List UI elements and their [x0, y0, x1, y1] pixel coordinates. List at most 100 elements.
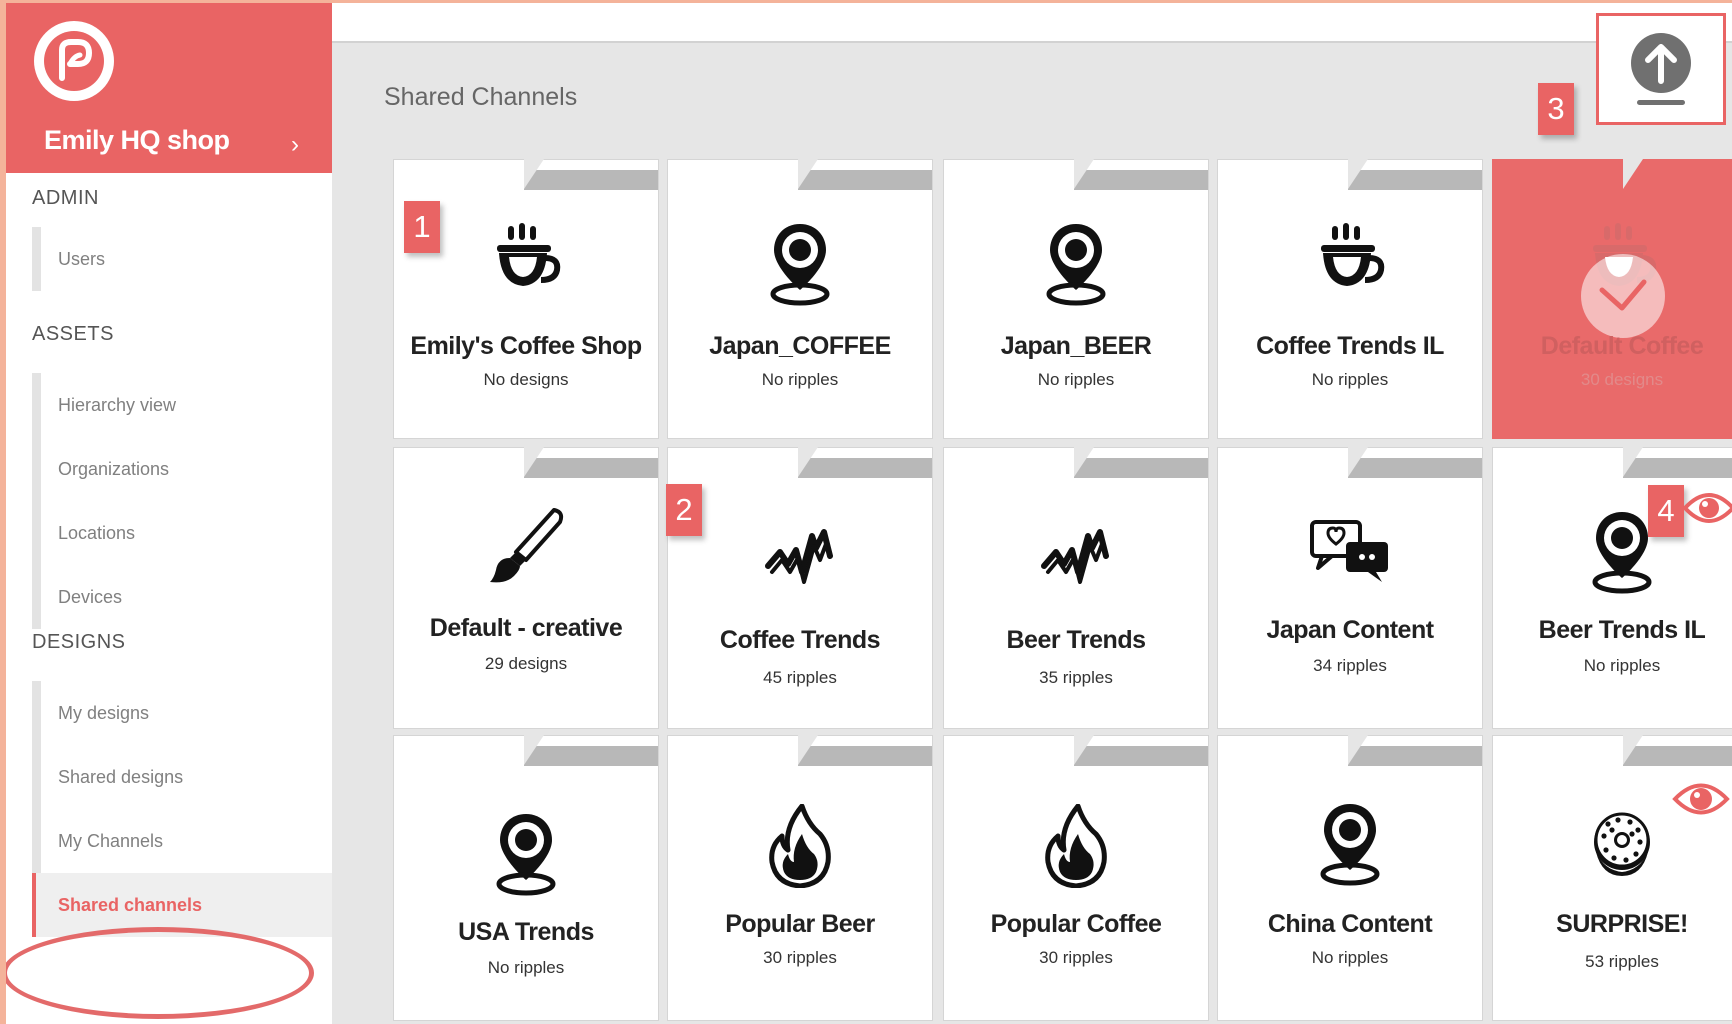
card-title: Popular Coffee	[990, 910, 1162, 938]
card-subtitle: No ripples	[1311, 948, 1389, 967]
card-title: Beer Trends IL	[1538, 616, 1706, 644]
sidebar-item-hierarchy-view[interactable]: Hierarchy view	[41, 373, 332, 437]
card-subtitle: 53 ripples	[1585, 952, 1659, 971]
brand-header[interactable]: Emily HQ shop ›	[6, 3, 332, 173]
sidebar-item-shared-channels[interactable]: Shared channels	[32, 873, 332, 937]
folder-notch	[1348, 159, 1368, 189]
folder-notch	[524, 447, 544, 477]
folder-notch	[524, 159, 544, 189]
card-title: Emily's Coffee Shop	[410, 332, 642, 360]
folder-notch	[798, 447, 818, 477]
card-subtitle: 34 ripples	[1313, 656, 1387, 675]
folder-tab	[1074, 170, 1208, 190]
top-bar	[332, 3, 1732, 43]
channel-card[interactable]: Default Coffee 30 designs	[1492, 159, 1732, 439]
card-title: SURPRISE!	[1556, 910, 1688, 938]
upload-button[interactable]	[1596, 13, 1726, 125]
folder-tab	[798, 170, 932, 190]
section-heading-designs: DESIGNS	[32, 631, 126, 653]
folder-tab	[524, 170, 658, 190]
card-title: Coffee Trends IL	[1256, 332, 1444, 360]
channel-card[interactable]: China Content No ripples	[1217, 735, 1483, 1021]
folder-notch	[1074, 735, 1094, 765]
chat-bubbles-icon	[1218, 518, 1482, 589]
folder-tab	[1348, 458, 1482, 478]
card-title: Popular Beer	[725, 910, 875, 938]
folder-tab	[1348, 170, 1482, 190]
sidebar-item-organizations[interactable]: Organizations	[41, 437, 332, 501]
channel-card[interactable]: Japan Content 34 ripples	[1217, 447, 1483, 729]
folder-notch	[1623, 735, 1643, 765]
sidebar-item-locations[interactable]: Locations	[41, 501, 332, 565]
folder-notch	[798, 159, 818, 189]
channel-card[interactable]: Popular Beer 30 ripples	[667, 735, 933, 1021]
card-title: Default - creative	[429, 614, 623, 642]
sidebar: Emily HQ shop › ADMIN Users ASSETS Hiera…	[6, 3, 332, 1024]
section-heading-assets: ASSETS	[32, 323, 114, 345]
channel-card[interactable]: Default - creative 29 designs	[393, 447, 659, 729]
coffee-cup-icon	[1218, 222, 1482, 301]
trend-wave-icon	[944, 526, 1208, 593]
card-subtitle: 30 ripples	[763, 948, 837, 967]
chevron-right-icon[interactable]: ›	[291, 131, 299, 159]
folder-notch	[1074, 159, 1094, 189]
folder-tab	[798, 746, 932, 766]
page-title: Shared Channels	[384, 83, 578, 111]
flame-icon	[944, 804, 1208, 893]
card-subtitle: No ripples	[1583, 656, 1661, 675]
folder-tab	[1348, 746, 1482, 766]
card-title: China Content	[1267, 910, 1433, 938]
folder-tab	[1074, 458, 1208, 478]
folder-tab	[524, 458, 658, 478]
folder-notch	[1348, 447, 1368, 477]
folder-tab	[1074, 746, 1208, 766]
folder-notch	[1623, 447, 1643, 477]
channel-card[interactable]: Coffee Trends 45 ripples	[667, 447, 933, 729]
card-title: Japan_BEER	[1000, 332, 1152, 360]
channel-card[interactable]: Beer Trends 35 ripples	[943, 447, 1209, 729]
channel-card[interactable]: Japan_COFFEE No ripples	[667, 159, 933, 439]
paintbrush-icon	[394, 506, 658, 591]
card-subtitle: No designs	[483, 370, 569, 389]
app-logo	[34, 21, 114, 101]
card-subtitle: 35 ripples	[1039, 668, 1113, 687]
channel-card[interactable]: Japan_BEER No ripples	[943, 159, 1209, 439]
sidebar-item-my-designs[interactable]: My designs	[41, 681, 332, 745]
app-window: Emily HQ shop › ADMIN Users ASSETS Hiera…	[6, 3, 1732, 1024]
highlight-ring	[6, 927, 314, 1019]
card-subtitle: 30 designs	[1580, 370, 1664, 389]
folder-notch	[1348, 735, 1368, 765]
card-subtitle: 30 ripples	[1039, 948, 1113, 967]
sidebar-item-users[interactable]: Users	[41, 227, 332, 291]
card-title: Beer Trends	[1006, 626, 1146, 654]
sidebar-item-my-channels[interactable]: My Channels	[41, 809, 332, 873]
folder-notch	[1074, 447, 1094, 477]
nav-group-admin: Users	[32, 227, 332, 291]
checkmark-icon	[1581, 254, 1665, 338]
card-subtitle: 29 designs	[484, 654, 568, 673]
channel-card[interactable]: Coffee Trends IL No ripples	[1217, 159, 1483, 439]
location-pin-icon	[1218, 802, 1482, 891]
shop-name: Emily HQ shop	[44, 125, 230, 155]
sidebar-item-shared-designs[interactable]: Shared designs	[41, 745, 332, 809]
flame-icon	[668, 804, 932, 893]
card-subtitle: No ripples	[1037, 370, 1115, 389]
card-title: Japan Content	[1266, 616, 1434, 644]
card-subtitle: No ripples	[761, 370, 839, 389]
location-pin-icon	[394, 812, 658, 901]
channel-card[interactable]: USA Trends No ripples	[393, 735, 659, 1021]
annotation-badge-1: 1	[404, 201, 440, 253]
channel-card[interactable]: Popular Coffee 30 ripples	[943, 735, 1209, 1021]
nav-group-designs: My designs Shared designs My Channels Sh…	[32, 681, 332, 937]
trend-wave-icon	[668, 526, 932, 593]
location-pin-icon	[944, 222, 1208, 311]
eye-icon[interactable]	[1672, 778, 1730, 820]
sidebar-item-devices[interactable]: Devices	[41, 565, 332, 629]
folder-tab	[798, 458, 932, 478]
card-subtitle: 45 ripples	[763, 668, 837, 687]
folder-notch	[524, 735, 544, 765]
eye-icon[interactable]	[1682, 488, 1732, 528]
section-heading-admin: ADMIN	[32, 187, 99, 209]
annotation-badge-4: 4	[1648, 485, 1684, 537]
card-title: Japan_COFFEE	[709, 332, 891, 360]
